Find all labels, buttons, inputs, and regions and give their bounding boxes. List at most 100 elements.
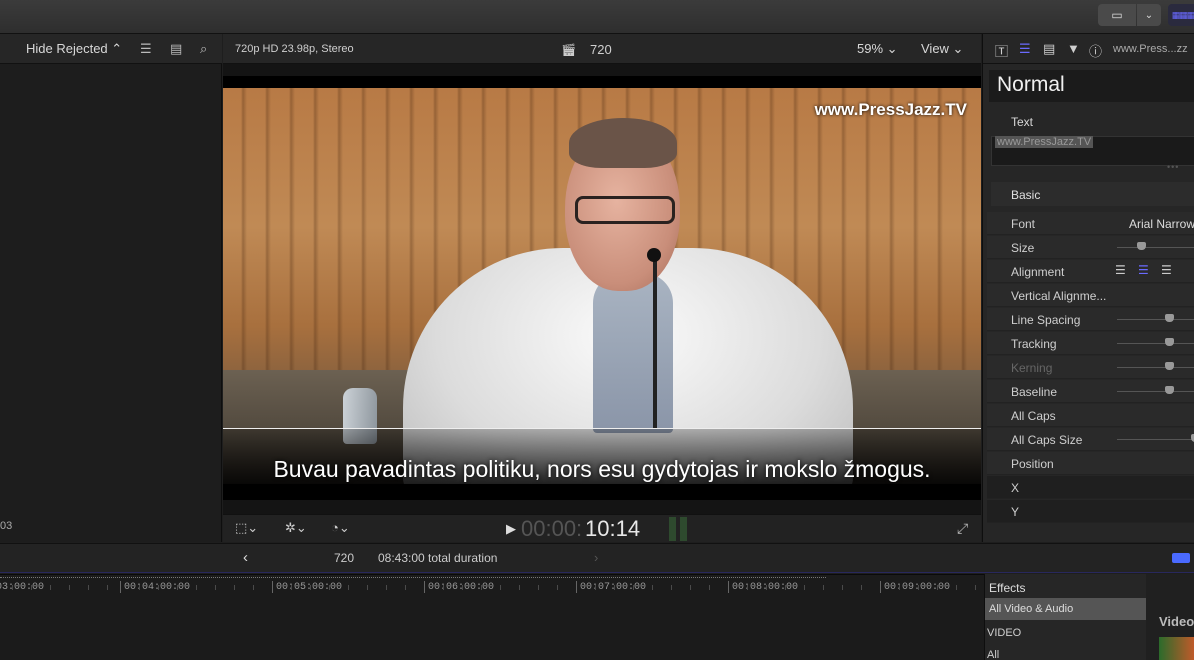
inspector-row-label: Line Spacing [1011, 313, 1081, 327]
text-preset-name[interactable]: Normal [989, 70, 1194, 102]
filmstrip-icon[interactable]: ▤ [170, 41, 182, 57]
inspector-row[interactable]: Alignment ☰ ☰ ☰ [987, 260, 1194, 283]
slider-knob[interactable] [1165, 386, 1174, 394]
format-info: 720p HD 23.98p, Stereo [235, 43, 354, 55]
inspector-row[interactable]: Baseline [987, 380, 1194, 403]
basic-section-label: Basic [1011, 188, 1041, 202]
display-icon[interactable]: ▭ [1098, 4, 1136, 26]
video-image: www.PressJazz.TV [223, 88, 981, 484]
effects-browser: Effects All Video & Audio VIDEO All [984, 574, 1146, 660]
info-icon[interactable]: ⓘ [1089, 41, 1102, 60]
inspector-row-label: Tracking [1011, 337, 1057, 351]
ruler-minor-tick [766, 585, 767, 590]
audio-indicator-icon[interactable] [1172, 553, 1190, 563]
speed-icon[interactable]: ◔⌄ [331, 520, 350, 536]
video-frame: www.PressJazz.TV Buvau pavadintas politi… [223, 76, 981, 500]
zoom-menu[interactable]: 59% ⌄ [857, 41, 898, 57]
viewer-toolbar: 720p HD 23.98p, Stereo 🎬︎ 720 59% ⌄ View… [223, 34, 981, 64]
slider-track[interactable] [1117, 439, 1194, 440]
inspector-toolbar: 🅃︎ ☰ ▤ ▼ ⓘ www.Press...zz [983, 34, 1194, 64]
ruler-minor-tick [386, 585, 387, 590]
inspector-row[interactable]: Vertical Alignme... [987, 284, 1194, 307]
inspector-row[interactable]: Y [987, 500, 1194, 523]
search-icon[interactable]: ⌕ [200, 41, 207, 57]
align-center-icon[interactable]: ☰ [1138, 263, 1149, 277]
video-inspector-icon[interactable]: ▤ [1043, 41, 1055, 57]
ruler-minor-tick [50, 585, 51, 590]
slider-track[interactable] [1117, 391, 1194, 392]
slider-track[interactable] [1117, 367, 1194, 368]
browser-pane: Hide Rejected ⌃ ☰ ▤ ⌕ 03 [0, 34, 222, 542]
ruler-minor-tick [253, 585, 254, 590]
inspector-row[interactable]: Kerning [987, 356, 1194, 379]
ruler-minor-tick [481, 585, 482, 590]
effects-thumbnail[interactable] [1159, 637, 1194, 660]
ruler-minor-tick [31, 585, 32, 590]
filter-icon[interactable]: ▼ [1067, 41, 1080, 56]
timeline-ruler[interactable]: 00:03:00:00 00:04:00:00 00:05:00:00 00:06:0… [0, 574, 1014, 660]
text-lines-icon[interactable]: ☰ [1019, 41, 1031, 57]
align-right-icon[interactable]: ☰ [1161, 263, 1172, 277]
ruler-tick [120, 581, 121, 593]
inspector-row[interactable]: Size [987, 236, 1194, 259]
inspector-row-label: All Caps Size [1011, 433, 1083, 447]
back-icon[interactable]: ‹ [243, 549, 248, 566]
ruler-minor-tick [937, 585, 938, 590]
font-value[interactable]: Arial Narrow [1129, 217, 1194, 231]
align-left-icon[interactable]: ☰ [1115, 263, 1126, 277]
inspector-row-label: Alignment [1011, 265, 1065, 279]
effects-preview-label: Video [1159, 614, 1194, 629]
slider-knob[interactable] [1137, 242, 1146, 250]
transform-icon[interactable]: ⬚⌄ [235, 520, 258, 536]
ruler-minor-tick [747, 585, 748, 590]
view-menu[interactable]: View ⌄ [921, 41, 963, 57]
timeline-name: 720 [334, 551, 355, 565]
subtitle: Buvau pavadintas politiku, nors esu gydy… [273, 456, 931, 482]
inspector-row[interactable]: All Caps [987, 404, 1194, 427]
text-inspector-icon[interactable]: 🅃︎ [995, 41, 1008, 60]
chevron-down-icon[interactable]: ⌄ [1137, 4, 1161, 26]
inspector-row[interactable]: X [987, 476, 1194, 499]
ruler-tick [728, 581, 729, 593]
grid-icon[interactable]: ▦▦▦ [1168, 4, 1194, 26]
ruler-minor-tick [158, 585, 159, 590]
effects-video-header: VIDEO [987, 627, 1022, 639]
ruler-minor-tick [956, 585, 957, 590]
ruler-label: 00:05:00:00 [276, 582, 343, 593]
text-field-value[interactable]: www.PressJazz.TV [995, 136, 1094, 148]
ruler-label: 00:06:00:00 [428, 582, 495, 593]
resize-handle[interactable]: ••• [1167, 162, 1179, 172]
inspector-row[interactable]: Font Arial Narrow [987, 212, 1194, 235]
top-toolbar: ▭ ⌄ ▦▦▦ [0, 0, 1194, 34]
text-section-label: Text [1011, 115, 1034, 129]
slider-track[interactable] [1117, 247, 1194, 248]
slider-track[interactable] [1117, 319, 1194, 320]
forward-icon[interactable]: › [594, 550, 598, 565]
slider-knob[interactable] [1165, 362, 1174, 370]
ruler-minor-tick [519, 585, 520, 590]
inspector-row-label: Position [1011, 457, 1054, 471]
inspector-row[interactable]: Tracking [987, 332, 1194, 355]
ruler-minor-tick [538, 585, 539, 590]
play-icon[interactable]: ▶ [506, 521, 516, 537]
slider-knob[interactable] [1165, 338, 1174, 346]
crop-icon[interactable]: ✲⌄ [285, 520, 307, 536]
inspector-row[interactable]: Line Spacing [987, 308, 1194, 331]
ruler-minor-tick [557, 585, 558, 590]
ruler-tick [424, 581, 425, 593]
ruler-minor-tick [823, 585, 824, 590]
effects-all-label[interactable]: All Video & Audio [989, 603, 1073, 615]
fullscreen-icon[interactable]: ⤢ [957, 520, 968, 537]
inspector-pane: 🅃︎ ☰ ▤ ▼ ⓘ www.Press...zz Normal Text ww… [982, 34, 1194, 542]
slider-knob[interactable] [1165, 314, 1174, 322]
hide-rejected-filter[interactable]: Hide Rejected ⌃ [26, 41, 122, 57]
ruler-minor-tick [861, 585, 862, 590]
inspector-row[interactable]: All Caps Size [987, 428, 1194, 451]
effects-all-category[interactable]: All [987, 649, 999, 660]
inspector-row[interactable]: Position [987, 452, 1194, 475]
browser-status: 03 [0, 520, 13, 532]
slider-track[interactable] [1117, 343, 1194, 344]
list-view-icon[interactable]: ☰ [140, 41, 152, 57]
ruler-minor-tick [310, 585, 311, 590]
inspector-row-label: Y [1011, 505, 1020, 519]
